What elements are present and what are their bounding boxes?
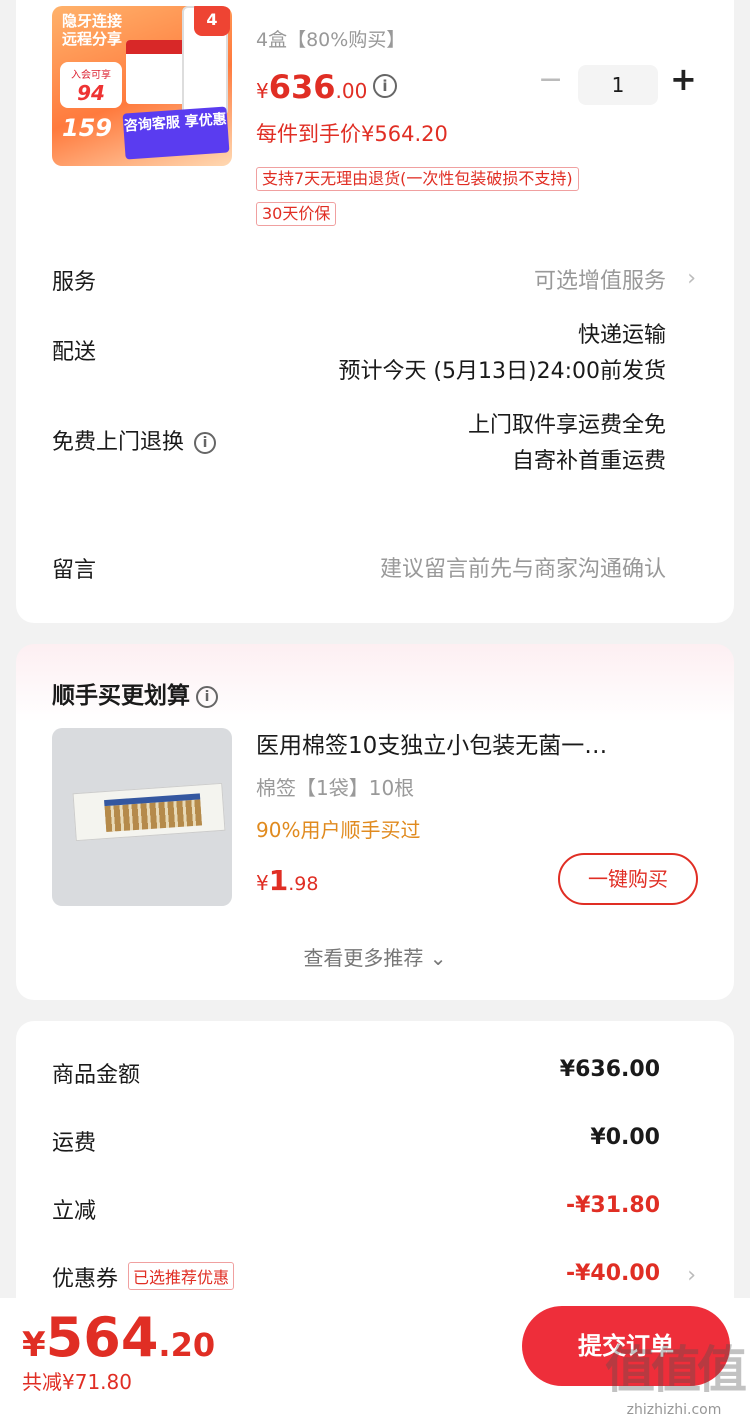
more-recommendations-link[interactable]: 查看更多推荐 ⌄ [16,942,734,971]
reco-item-price: ¥1.98 [256,864,318,897]
quantity-field[interactable]: 1 [578,65,658,105]
note-input[interactable]: 建议留言前先与商家沟通确认 [380,552,666,588]
recommendation-card: 顺手买更划算 i 医用棉签10支独立小包装无菌一… 棉签【1袋】10根 90%用户… [16,644,734,1000]
info-icon: i [373,74,397,98]
info-icon[interactable]: i [196,686,218,708]
price-decimal: .00 [335,79,368,103]
info-icon[interactable]: i [194,432,217,454]
reco-item-thumbnail[interactable] [52,728,232,906]
discount-value: -¥31.80 [565,1193,660,1218]
return-value-line1: 上门取件享运费全免 [467,413,666,438]
return-label-text: 免费上门退换 [52,430,185,455]
delivery-value: 快递运输 预计今天 (5月13日)24:00前发货 [338,318,666,390]
one-click-buy-button[interactable]: 一键购买 [558,853,698,905]
watermark-url: zhizhizhi.com [626,1402,722,1418]
total-price: ¥564.20 [22,1306,215,1369]
coupon-recommended-tag: 已选推荐优惠 [128,1262,235,1290]
total-decimal: .20 [158,1326,216,1364]
coupon-label-group: 优惠券 已选推荐优惠 [52,1261,235,1293]
total-integer: 564 [45,1306,159,1369]
service-value: 可选增值服务 [533,269,666,294]
cotton-swab-pack [72,782,226,842]
price-currency: ¥ [256,79,269,103]
thumb-text-top: 隐牙连接 远程分享 [61,12,122,48]
thumb-count-badge: 4 [194,6,230,36]
reco-price-integer: 1 [268,864,289,897]
quantity-decrease-button[interactable]: − [538,62,563,97]
quantity-increase-button[interactable]: + [670,60,697,98]
reco-title: 顺手买更划算 i [52,676,218,710]
product-spec: 4盒【80%购买】 [256,29,406,51]
price-info-button[interactable]: i [373,74,397,98]
goods-amount-value: ¥636.00 [559,1057,660,1082]
coupon-value: -¥40.00 [565,1261,660,1286]
chevron-right-icon: › [687,1263,696,1288]
unit-final-price: 每件到手价¥564.20 [256,122,448,146]
delivery-label: 配送 [52,340,97,365]
return-policy-tag: 支持7天无理由退货(一次性包装破损不支持) [256,167,579,191]
coupon-label: 优惠券 [52,1267,119,1292]
service-label: 服务 [52,270,97,295]
price-protect-tag: 30天价保 [256,202,337,226]
thumb-join-label: 入会可享 [71,70,111,81]
return-label: 免费上门退换 i [52,424,217,456]
reco-price-decimal: .98 [288,873,319,895]
more-recommendations-label: 查看更多推荐 [303,946,424,970]
total-currency: ¥ [22,1325,46,1365]
return-value: 上门取件享运费全免 自寄补首重运费 [468,408,666,480]
watermark-logo: 值值值 [605,1341,747,1399]
thumb-ask-banner: 咨询客服 享优惠 [122,106,230,160]
reco-item-popularity: 90%用户顺手买过 [256,818,421,842]
discount-label: 立减 [52,1199,97,1224]
price-integer: 636 [268,68,336,106]
thumb-big-price: 159 [62,114,113,142]
thumb-join-box: 入会可享 94 [60,62,122,108]
note-label: 留言 [52,558,97,583]
delivery-method: 快递运输 [577,323,666,348]
product-card: 隐牙连接 远程分享 入会可享 94 159 4 咨询客服 享优惠 4盒【80%购… [16,0,734,623]
thumb-join-price: 94 [77,81,105,105]
total-saved: 共减¥71.80 [22,1370,132,1394]
site-watermark: 值值值 zhizhizhi.com [598,1330,750,1428]
delivery-eta: 预计今天 (5月13日)24:00前发货 [338,359,666,384]
shipping-label: 运费 [52,1131,97,1156]
product-price: ¥636.00 [256,68,367,106]
reco-title-text: 顺手买更划算 [52,683,190,709]
reco-item-spec: 棉签【1袋】10根 [256,776,415,800]
chevron-down-icon: ⌄ [429,946,447,970]
return-value-line2: 自寄补首重运费 [511,449,666,474]
reco-price-currency: ¥ [256,871,269,895]
reco-item-name[interactable]: 医用棉签10支独立小包装无菌一… [256,726,696,760]
product-thumbnail[interactable]: 隐牙连接 远程分享 入会可享 94 159 4 咨询客服 享优惠 [52,6,232,166]
chevron-right-icon: › [687,266,696,291]
shipping-value: ¥0.00 [590,1125,660,1150]
goods-amount-label: 商品金额 [52,1063,141,1088]
